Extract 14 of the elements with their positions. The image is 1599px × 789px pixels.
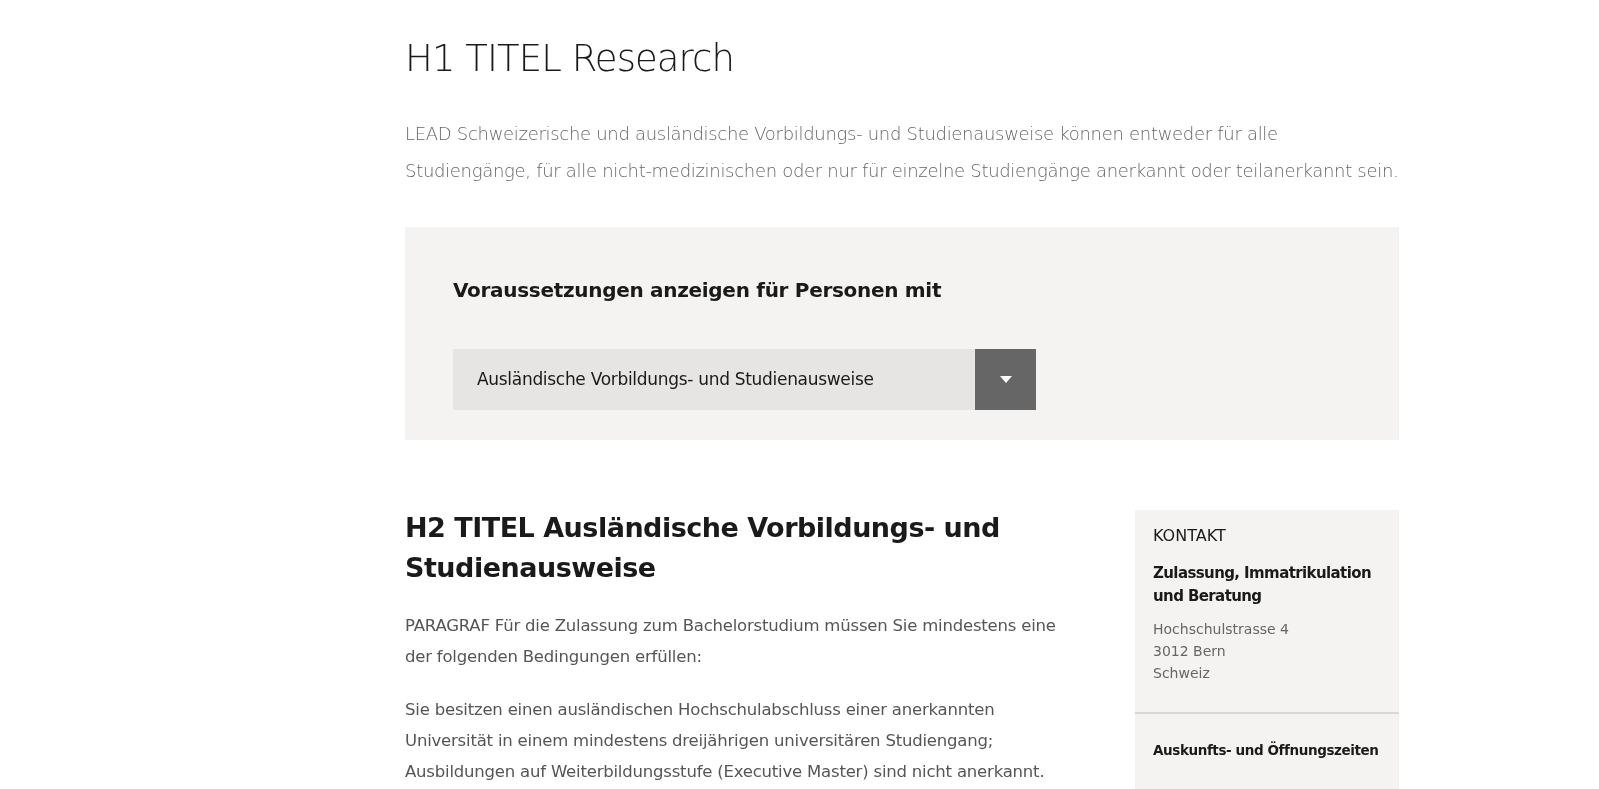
filter-label: Voraussetzungen anzeigen für Personen mit (453, 277, 943, 305)
contact-name: Zulassung, Immatrikulation und Beratung (1153, 563, 1372, 608)
hours-title: Auskunfts- und Öffnungszeiten (1152, 740, 1380, 761)
address-line: 3012 Bern (1153, 642, 1227, 662)
caret-icon (999, 376, 1012, 384)
body-paragraph: PARAGRAF Für die Zulassung zum Bachelorstudium müssen Sie mindestens eine der folgenden Bedingungen erfüllen: (405, 615, 1057, 669)
body-paragraph: Sie besitzen einen ausländischen Hochschulabschluss einer anerkannten Universität in einem mindestens dreijährigen universitären Studiengang; Ausbildungen auf Weiterbildungsstufe (Executive Master) sind nicht anerkannt. (405, 699, 1046, 784)
address-line: Schweiz (1153, 664, 1211, 684)
select-dropdown[interactable]: Ausländische Vorbildungs- und Studienausweise (453, 349, 1036, 411)
address-line: Hochschulstrasse 4 (1153, 620, 1290, 640)
contact-label: KONTAKT (1153, 525, 1227, 548)
lead-paragraph: LEAD Schweizerische und ausländische Vorbildungs- und Studienausweise können entweder für alle Studiengänge, für alle nicht-medizinischen oder nur für einzelne Studiengänge anerkannt oder teilanerkannt sein. (405, 122, 1399, 184)
section-heading: H2 TITEL Ausländische Vorbildungs- und Studienausweise (405, 511, 1001, 586)
page-title: H1 TITEL Research (405, 36, 735, 82)
